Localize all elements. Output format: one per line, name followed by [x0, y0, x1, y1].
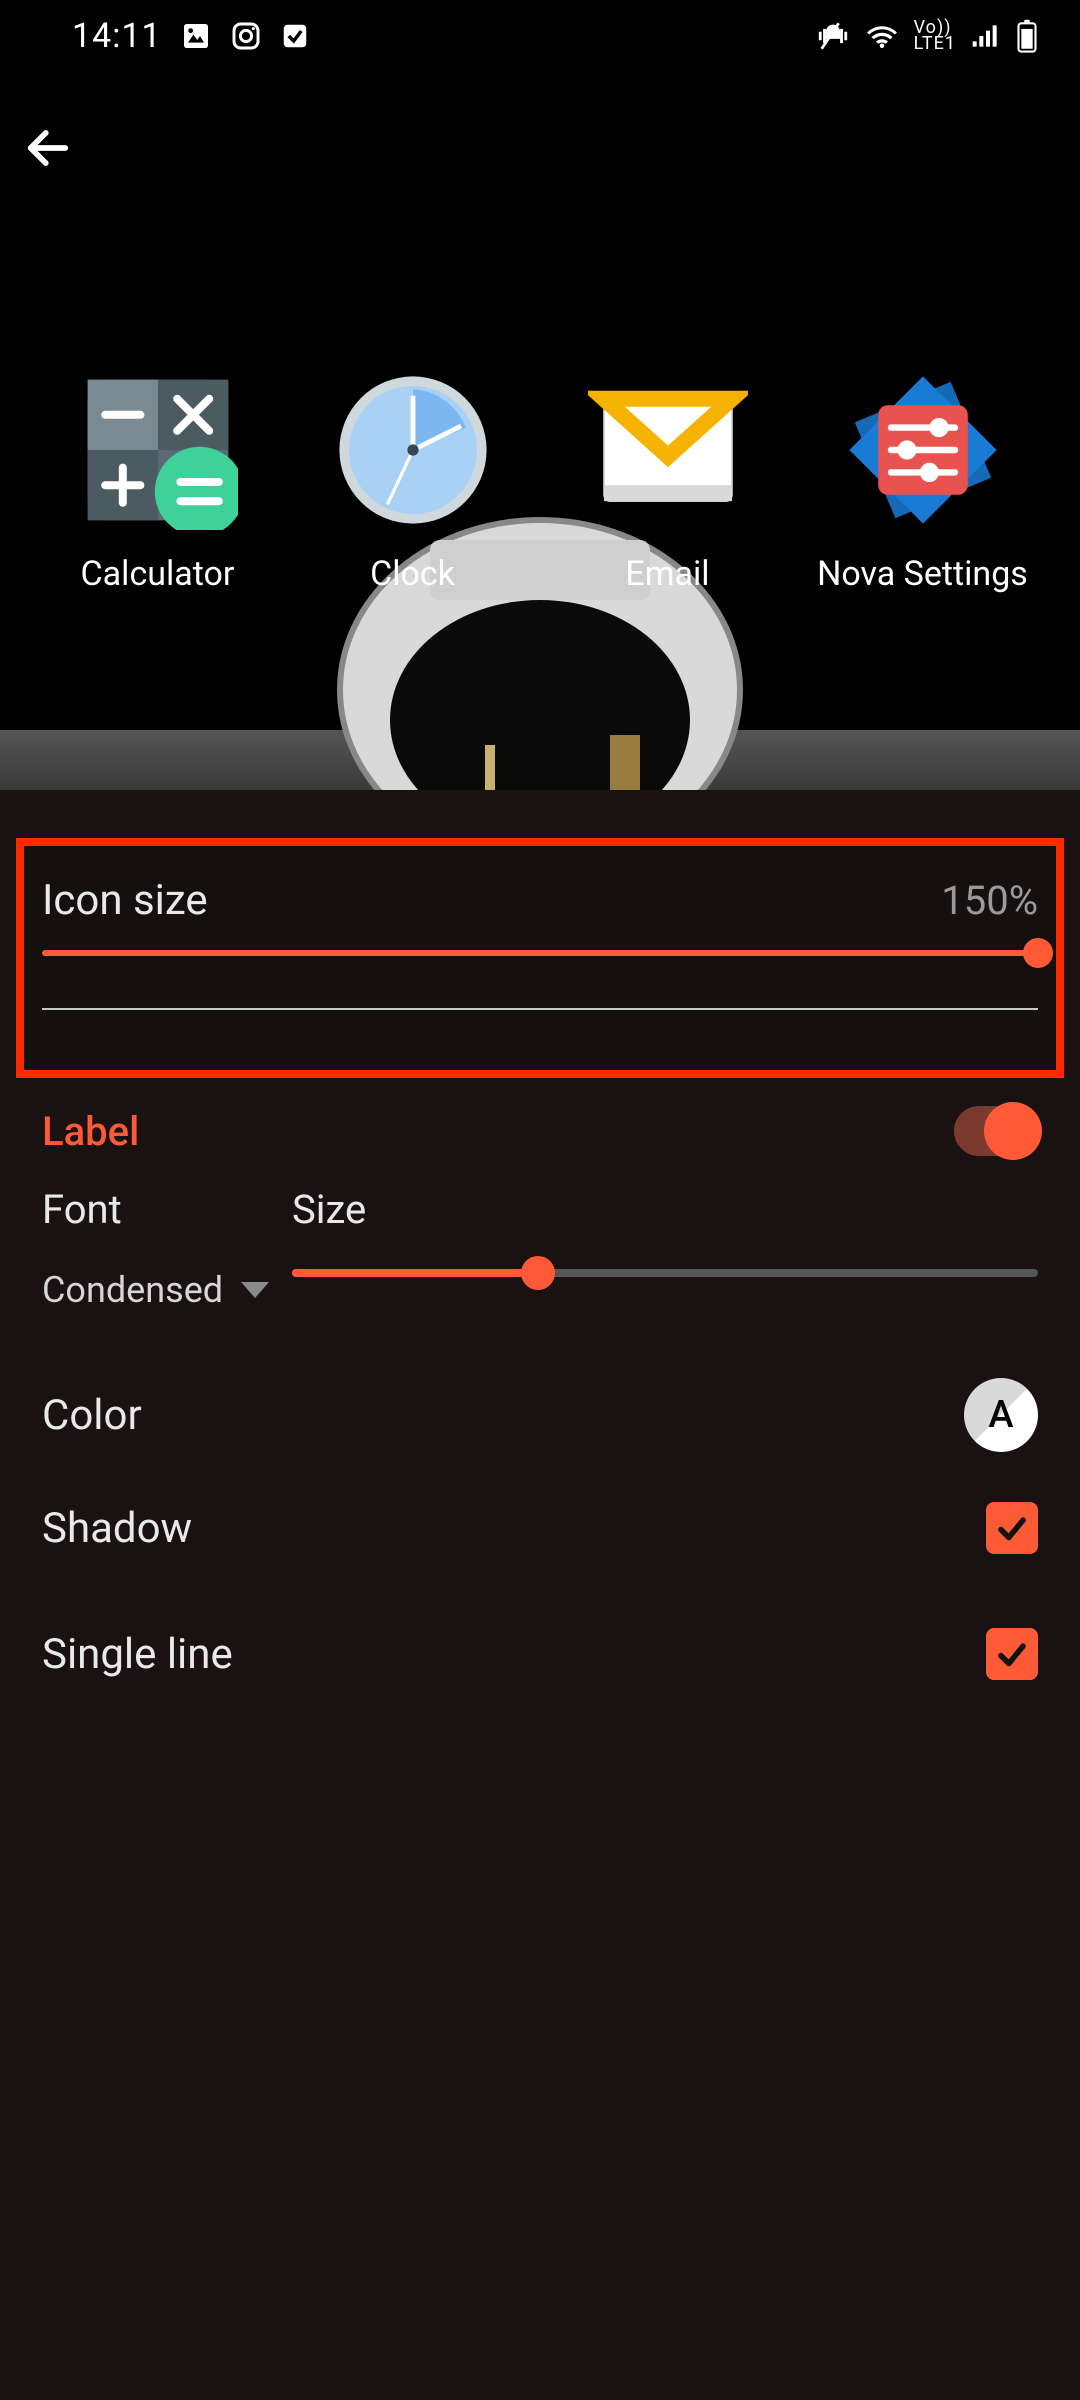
- battery-icon: [1016, 19, 1038, 53]
- slider-thumb[interactable]: [1023, 938, 1053, 968]
- slider-track: [42, 950, 1038, 956]
- size-column: Size: [292, 1186, 1038, 1277]
- settings-panel: Icon size 150% Label Font Condensed Size: [0, 790, 1080, 2400]
- wifi-icon: [864, 18, 900, 54]
- shadow-row[interactable]: Shadow: [42, 1502, 1038, 1554]
- size-header: Size: [292, 1186, 1038, 1233]
- app-row: Calculator Clock: [0, 370, 1080, 594]
- app-calculator[interactable]: Calculator: [43, 370, 273, 594]
- label-size-slider[interactable]: [292, 1269, 1038, 1277]
- check-icon: [993, 1635, 1031, 1673]
- font-header: Font: [42, 1186, 292, 1233]
- color-row[interactable]: Color A: [42, 1378, 1038, 1452]
- label-section-title: Label: [42, 1108, 139, 1155]
- gallery-icon: [180, 20, 212, 52]
- slider-fill: [292, 1269, 538, 1277]
- app-nova-settings[interactable]: Nova Settings: [808, 370, 1038, 594]
- shadow-label: Shadow: [42, 1504, 192, 1553]
- app-label: Email: [625, 554, 709, 594]
- icon-size-value: 150%: [941, 877, 1038, 924]
- status-left: 14:11: [72, 16, 310, 56]
- signal-icon: [970, 20, 1002, 52]
- status-time: 14:11: [72, 16, 162, 56]
- toggle-knob: [984, 1102, 1042, 1160]
- color-label: Color: [42, 1391, 142, 1440]
- slider-thumb[interactable]: [521, 1256, 555, 1290]
- chevron-down-icon: [241, 1282, 269, 1298]
- app-label: Calculator: [81, 554, 235, 594]
- single-line-checkbox[interactable]: [986, 1628, 1038, 1680]
- font-value: Condensed: [42, 1269, 223, 1311]
- checkbox-icon: [280, 21, 310, 51]
- app-email[interactable]: Email: [553, 370, 783, 594]
- clock-icon: [333, 370, 493, 530]
- instagram-icon: [230, 20, 262, 52]
- icon-size-slider[interactable]: [42, 950, 1038, 956]
- email-icon: [588, 370, 748, 530]
- single-line-row[interactable]: Single line: [42, 1628, 1038, 1680]
- single-line-label: Single line: [42, 1630, 233, 1679]
- back-button[interactable]: [18, 118, 78, 178]
- highlight-box: [16, 838, 1064, 1078]
- volte-icon: Vo)) LTE1: [914, 20, 956, 52]
- color-chip[interactable]: A: [964, 1378, 1038, 1452]
- label-toggle[interactable]: [954, 1106, 1038, 1156]
- calculator-icon: [78, 370, 238, 530]
- status-right: Vo)) LTE1: [816, 18, 1038, 54]
- font-dropdown[interactable]: Condensed: [42, 1269, 292, 1311]
- shadow-checkbox[interactable]: [986, 1502, 1038, 1554]
- font-size-row: Font Condensed Size: [42, 1186, 1038, 1311]
- color-chip-text: A: [988, 1393, 1013, 1437]
- preview-area: Calculator Clock: [0, 170, 1080, 790]
- app-label: Nova Settings: [817, 554, 1028, 594]
- font-column: Font Condensed: [42, 1186, 292, 1311]
- nova-settings-icon: [843, 370, 1003, 530]
- check-icon: [993, 1509, 1031, 1547]
- icon-size-row: Icon size 150%: [42, 876, 1038, 925]
- status-bar: 14:11 Vo)) LTE1: [0, 0, 1080, 72]
- icon-size-label: Icon size: [42, 876, 208, 925]
- arrow-left-icon: [22, 122, 74, 174]
- label-section-row: Label: [42, 1106, 1038, 1156]
- app-label: Clock: [370, 554, 455, 594]
- divider-line: [42, 1008, 1038, 1010]
- app-clock[interactable]: Clock: [298, 370, 528, 594]
- header: [18, 118, 78, 178]
- vibrate-icon: [816, 19, 850, 53]
